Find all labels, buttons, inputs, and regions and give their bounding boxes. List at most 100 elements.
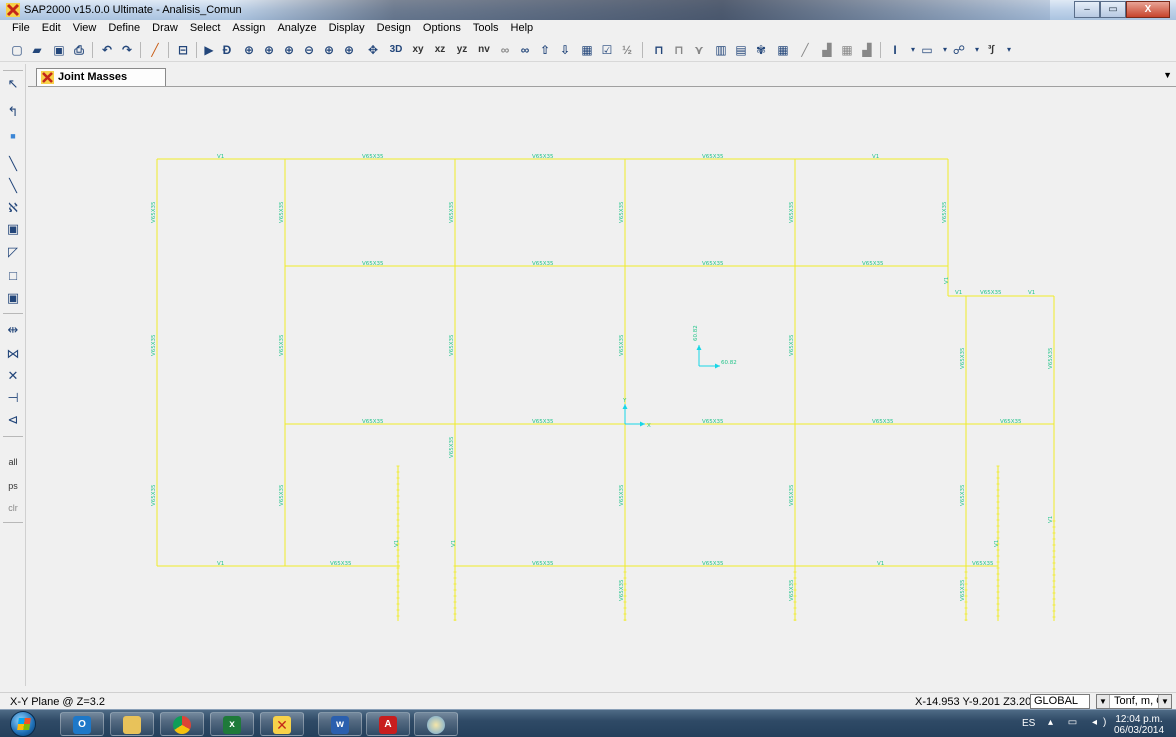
toolbar-separator bbox=[92, 42, 93, 58]
coordinate-system-dropdown[interactable]: GLOBAL bbox=[1030, 694, 1090, 709]
taskbar-app[interactable]: ✕ bbox=[260, 712, 304, 736]
menu-edit[interactable]: Edit bbox=[36, 20, 67, 38]
menu-file[interactable]: File bbox=[6, 20, 36, 38]
taskbar-app[interactable]: A bbox=[366, 712, 410, 736]
section-designer-icon[interactable]: ▦ bbox=[838, 41, 856, 59]
menu-analyze[interactable]: Analyze bbox=[271, 20, 322, 38]
start-button[interactable] bbox=[10, 711, 36, 737]
nv-view-button[interactable]: nv bbox=[474, 41, 494, 59]
disabled-tool-icon[interactable]: ╱ bbox=[796, 41, 814, 59]
chevron-down-icon[interactable]: ▼ bbox=[1163, 70, 1172, 80]
run-analysis-icon[interactable]: ▶ bbox=[200, 41, 218, 59]
reshape-icon[interactable]: ↰ bbox=[3, 102, 23, 122]
up-arrow-icon[interactable]: ⇧ bbox=[536, 41, 554, 59]
taskbar-app[interactable]: x bbox=[210, 712, 254, 736]
get-previous-icon[interactable]: ⊲ bbox=[3, 410, 23, 430]
taskbar-app[interactable] bbox=[110, 712, 154, 736]
menu-select[interactable]: Select bbox=[184, 20, 227, 38]
close-button[interactable]: X bbox=[1126, 1, 1170, 18]
zoom-fit-icon[interactable]: ⊕ bbox=[280, 41, 298, 59]
select-all-icon[interactable]: ⇹ bbox=[3, 320, 23, 340]
menu-display[interactable]: Display bbox=[323, 20, 371, 38]
draw-poly-area-icon[interactable]: ◸ bbox=[3, 242, 23, 262]
xz-view-button[interactable]: xz bbox=[430, 41, 450, 59]
rubber-band-zoom-icon[interactable]: Ɖ bbox=[218, 41, 236, 59]
fraction-icon[interactable]: ½ bbox=[618, 41, 636, 59]
taskbar-app[interactable] bbox=[414, 712, 458, 736]
zoom-step-icon[interactable]: ⊕ bbox=[320, 41, 338, 59]
print-icon[interactable]: ⎙ bbox=[70, 41, 88, 59]
show-forces-icon[interactable]: ⋎ bbox=[690, 41, 708, 59]
menu-draw[interactable]: Draw bbox=[146, 20, 184, 38]
area-icon[interactable]: ▭ bbox=[918, 41, 936, 59]
taskbar-app[interactable] bbox=[160, 712, 204, 736]
xy-view-button[interactable]: xy bbox=[408, 41, 428, 59]
zoom-in-icon[interactable]: ⊕ bbox=[240, 41, 258, 59]
glasses-icon[interactable]: ∞ bbox=[516, 41, 534, 59]
zoom-previous-icon[interactable]: ⊖ bbox=[300, 41, 318, 59]
down-arrow-icon[interactable]: ⇩ bbox=[556, 41, 574, 59]
menu-view[interactable]: View bbox=[67, 20, 103, 38]
zoom-restore-icon[interactable]: ⊕ bbox=[340, 41, 358, 59]
frame-icon[interactable]: ⊓ bbox=[650, 41, 668, 59]
lock-icon[interactable]: ⊟ bbox=[174, 41, 192, 59]
minimize-button[interactable]: – bbox=[1074, 1, 1100, 18]
save-icon[interactable]: ▣ bbox=[50, 41, 68, 59]
clock[interactable]: 12:04 p.m. 06/03/2014 bbox=[1108, 714, 1170, 736]
building-icon[interactable]: ▦ bbox=[774, 41, 792, 59]
taskbar-app[interactable]: w bbox=[318, 712, 362, 736]
select-all-text-icon[interactable]: all bbox=[3, 452, 23, 472]
sap2000-app-icon[interactable] bbox=[6, 3, 20, 17]
clear-select-icon[interactable]: ⊣ bbox=[3, 388, 23, 408]
previous-select-icon[interactable]: ⋈ bbox=[3, 344, 23, 364]
deformed-shape-icon[interactable]: ⊓ bbox=[670, 41, 688, 59]
maximize-button[interactable]: ▭ bbox=[1100, 1, 1126, 18]
section-icon[interactable]: ▤ bbox=[732, 41, 750, 59]
new-model-icon[interactable]: ▢ bbox=[8, 41, 26, 59]
tab-joint-masses[interactable]: Joint Masses bbox=[36, 68, 166, 86]
pointer-icon[interactable]: ↖ bbox=[3, 74, 23, 94]
open-icon[interactable]: ▰ bbox=[28, 41, 46, 59]
link-icon[interactable]: ☍ bbox=[950, 41, 968, 59]
menu-tools[interactable]: Tools bbox=[467, 20, 505, 38]
3d-view-icon[interactable]: 3D bbox=[386, 41, 406, 59]
structural-model-plan[interactable]: V1 V65X35 V65X35 V65X35 V1 V65X35 V65X35 V65X35… bbox=[28, 87, 1176, 687]
menu-assign[interactable]: Assign bbox=[226, 20, 271, 38]
draw-cable-icon[interactable]: ╲ bbox=[3, 176, 23, 196]
menu-define[interactable]: Define bbox=[102, 20, 146, 38]
system-tray-icons[interactable]: ▴ ▭ ◂) bbox=[1048, 717, 1112, 728]
design-icon[interactable]: ✾ bbox=[752, 41, 770, 59]
units-dropdown-icon[interactable]: ³∫ bbox=[982, 41, 1000, 59]
quick-draw-secondary-icon[interactable]: ▣ bbox=[3, 219, 23, 239]
clear-selection-text-icon[interactable]: clr bbox=[3, 498, 23, 518]
pencil-icon[interactable]: ╱ bbox=[146, 41, 164, 59]
perspective-icon[interactable]: ∞ bbox=[496, 41, 514, 59]
yz-view-button[interactable]: yz bbox=[452, 41, 472, 59]
zoom-out-icon[interactable]: ⊕ bbox=[260, 41, 278, 59]
units-dropdown[interactable]: ▼ Tonf, m, C ▼ bbox=[1096, 694, 1172, 709]
undo-icon[interactable]: ↶ bbox=[98, 41, 116, 59]
draw-frame-icon[interactable]: ╲ bbox=[3, 154, 23, 174]
language-indicator[interactable]: ES bbox=[1022, 718, 1035, 729]
quick-draw-area-icon[interactable]: ▣ bbox=[3, 288, 23, 308]
chart-icon[interactable]: ▟ bbox=[818, 41, 836, 59]
intersecting-line-icon[interactable]: ✕ bbox=[3, 366, 23, 386]
set-display-options-icon[interactable]: ☑ bbox=[598, 41, 616, 59]
tables-icon[interactable]: ▥ bbox=[712, 41, 730, 59]
model-view-canvas[interactable]: V1 V65X35 V65X35 V65X35 V1 V65X35 V65X35 V65X35… bbox=[28, 86, 1176, 686]
object-shrink-icon[interactable]: ▦ bbox=[578, 41, 596, 59]
menu-options[interactable]: Options bbox=[417, 20, 467, 38]
select-previous-text-icon[interactable]: ps bbox=[3, 476, 23, 496]
menu-help[interactable]: Help bbox=[505, 20, 540, 38]
redo-icon[interactable]: ↷ bbox=[118, 41, 136, 59]
draw-joint-icon[interactable]: ■ bbox=[3, 126, 23, 146]
chevron-down-icon[interactable]: ▾ bbox=[1000, 41, 1018, 59]
graph-icon[interactable]: ▟ bbox=[858, 41, 876, 59]
pan-icon[interactable]: ✥ bbox=[364, 41, 382, 59]
menu-design[interactable]: Design bbox=[371, 20, 417, 38]
toolbar-separator bbox=[642, 42, 643, 58]
taskbar-app[interactable]: O bbox=[60, 712, 104, 736]
i-beam-icon[interactable]: I bbox=[886, 41, 904, 59]
draw-rect-area-icon[interactable]: □ bbox=[3, 266, 23, 286]
quick-draw-braces-icon[interactable]: ℵ bbox=[3, 198, 23, 218]
